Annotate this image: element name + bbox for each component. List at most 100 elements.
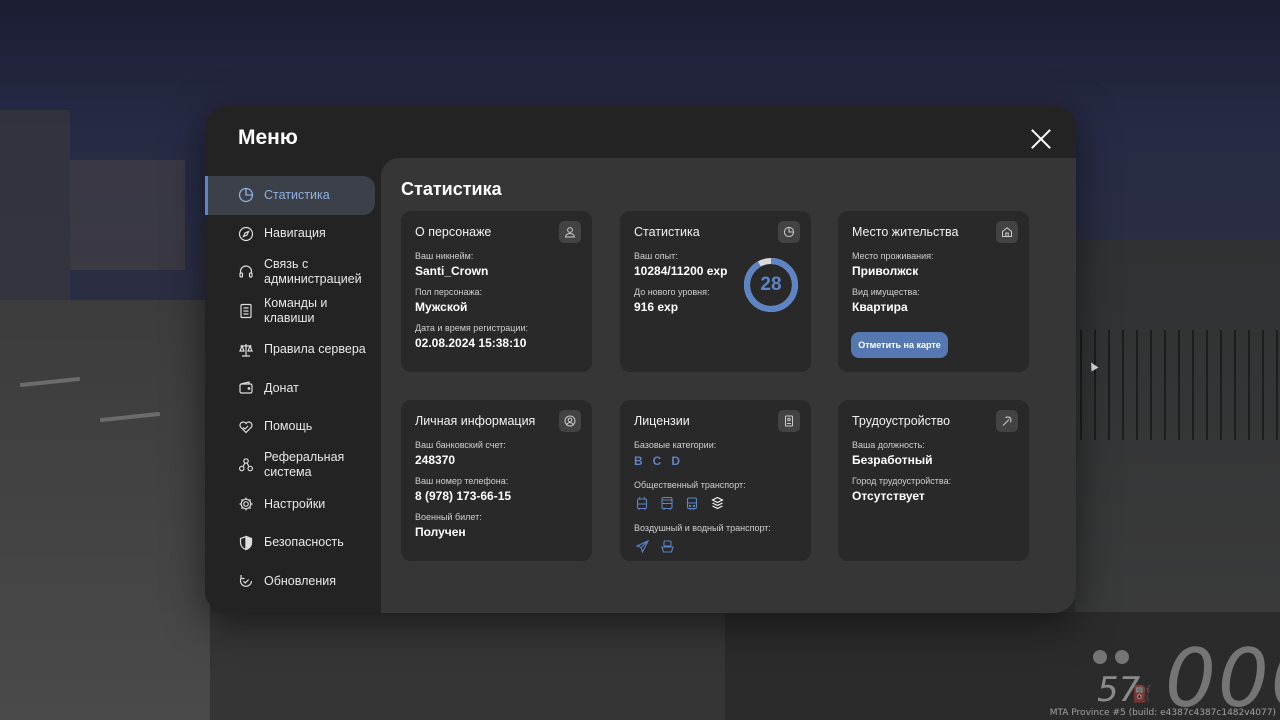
pickaxe-icon	[996, 410, 1018, 432]
bg-road	[0, 300, 210, 720]
residence-value: Приволжск	[852, 264, 919, 278]
sidebar-item-label: Донат	[264, 380, 299, 395]
sidebar-item-statistics[interactable]: Статистика	[205, 176, 375, 215]
field-label: Вид имущества:	[852, 287, 920, 297]
personal-info-card: Личная информация Ваш банковский счет: 2…	[401, 400, 592, 561]
sidebar-item-commands[interactable]: Команды и клавиши	[205, 292, 375, 331]
sidebar-item-label: Связь с администрацией	[264, 257, 362, 287]
sidebar-item-rules[interactable]: Правила сервера	[205, 330, 375, 369]
tram-icon	[684, 495, 700, 511]
sidebar-item-updates[interactable]: Обновления	[205, 562, 375, 601]
sidebar-item-navigation[interactable]: Навигация	[205, 215, 375, 254]
field-label: Пол персонажа:	[415, 287, 483, 297]
refresh-check-icon	[238, 573, 254, 589]
content-panel: Статистика О персонаже Ваш никнейм: Sant…	[381, 158, 1076, 613]
license-category: D	[671, 454, 681, 468]
user-icon	[559, 221, 581, 243]
field-label: Ваш номер телефона:	[415, 476, 509, 486]
sidebar-item-label: Помощь	[264, 419, 313, 434]
sidebar-item-label: Статистика	[264, 187, 330, 202]
document-icon	[238, 303, 254, 319]
public-transport-icons	[634, 495, 797, 511]
licenses-card: Лицензии Базовые категории: B C D Общест…	[620, 400, 811, 561]
card-title: Статистика	[634, 225, 700, 239]
home-icon	[996, 221, 1018, 243]
hud-odometer: 000	[1165, 632, 1280, 720]
employment-card: Трудоустройство Ваша должность: Безработ…	[838, 400, 1029, 561]
field-label: Воздушный и водный транспорт:	[634, 523, 771, 533]
sidebar-item-label: Навигация	[264, 226, 326, 241]
menu-window: Меню Статистика Навигация Связь с админи…	[205, 106, 1076, 613]
residence-card: Место жительства Место проживания: Приво…	[838, 211, 1029, 372]
page-title: Статистика	[401, 179, 502, 199]
sidebar-item-referral[interactable]: Реферальная система	[205, 446, 375, 485]
pie-chart-icon	[238, 187, 254, 203]
bg-building	[70, 160, 185, 270]
pie-chart-icon	[778, 221, 800, 243]
license-icon	[778, 410, 800, 432]
registration-date-value: 02.08.2024 15:38:10	[415, 336, 527, 350]
wallet-icon	[238, 380, 254, 396]
job-city-value: Отсутствует	[852, 489, 925, 503]
hud-light-icon	[1093, 650, 1107, 664]
sidebar-item-label: Реферальная система	[264, 450, 345, 480]
boat-icon	[659, 538, 675, 554]
sidebar-item-label: Безопасность	[264, 535, 344, 550]
field-label: Ваш банковский счет:	[415, 440, 506, 450]
bus-icon	[659, 495, 675, 511]
license-category: C	[652, 454, 662, 468]
phone-value: 8 (978) 173-66-15	[415, 489, 512, 503]
card-title: Лицензии	[634, 414, 690, 428]
character-card: О персонаже Ваш никнейм: Santi_Crown Пол…	[401, 211, 592, 372]
sidebar-item-admin-contact[interactable]: Связь с администрацией	[205, 253, 375, 292]
bg-railing	[1080, 330, 1280, 440]
air-water-transport-icons	[634, 538, 797, 554]
sidebar-item-security[interactable]: Безопасность	[205, 523, 375, 562]
field-label: Военный билет:	[415, 512, 482, 522]
card-title: Личная информация	[415, 414, 536, 428]
gender-value: Мужской	[415, 300, 468, 314]
sidebar-item-label: Обновления	[264, 573, 336, 588]
heart-hand-icon	[238, 419, 254, 435]
sidebar-item-label: Команды и клавиши	[264, 296, 328, 326]
scales-icon	[238, 342, 254, 358]
card-title: О персонаже	[415, 225, 492, 239]
sidebar-item-settings[interactable]: Настройки	[205, 485, 375, 524]
headset-icon	[238, 264, 254, 280]
stats-card: Статистика Ваш опыт: 10284/11200 exp До …	[620, 211, 811, 372]
airplane-icon	[634, 538, 650, 554]
job-position-value: Безработный	[852, 453, 933, 467]
bg-building	[0, 110, 70, 330]
build-info: MTA Province #5 (build: e4387c4387c1482v…	[1049, 708, 1276, 718]
field-label: Базовые категории:	[634, 440, 717, 450]
field-label: Город трудоустройства:	[852, 476, 952, 486]
sidebar-item-help[interactable]: Помощь	[205, 408, 375, 447]
sidebar-item-donate[interactable]: Донат	[205, 369, 375, 408]
field-label: Ваша должность:	[852, 440, 925, 450]
hud-seatbelt-icon	[1115, 650, 1129, 664]
mark-on-map-button[interactable]: Отметить на карте	[851, 332, 948, 358]
field-label: Ваш никнейм:	[415, 251, 474, 261]
close-button[interactable]	[1030, 128, 1052, 150]
trolleybus-icon	[634, 495, 650, 511]
fuel-icon: ⛽	[1132, 686, 1152, 703]
property-value: Квартира	[852, 300, 908, 314]
level-number: 28	[760, 274, 782, 295]
referral-icon	[238, 457, 254, 473]
gear-icon	[238, 496, 254, 512]
sidebar-item-label: Настройки	[264, 496, 326, 511]
special-transport-icon	[709, 495, 725, 511]
card-title: Трудоустройство	[852, 414, 951, 428]
field-label: Дата и время регистрации:	[415, 323, 528, 333]
shield-icon	[238, 535, 254, 551]
field-label: Общественный транспорт:	[634, 480, 746, 490]
compass-icon	[238, 226, 254, 242]
menu-title: Меню	[238, 126, 298, 149]
military-id-value: Получен	[415, 525, 466, 539]
license-categories: B C D	[634, 454, 797, 468]
nickname-value: Santi_Crown	[415, 264, 489, 278]
card-title: Место жительства	[852, 225, 959, 239]
sidebar-item-label: Правила сервера	[264, 342, 366, 357]
field-label: Место проживания:	[852, 251, 934, 261]
sidebar: Статистика Навигация Связь с администрац…	[205, 176, 381, 601]
